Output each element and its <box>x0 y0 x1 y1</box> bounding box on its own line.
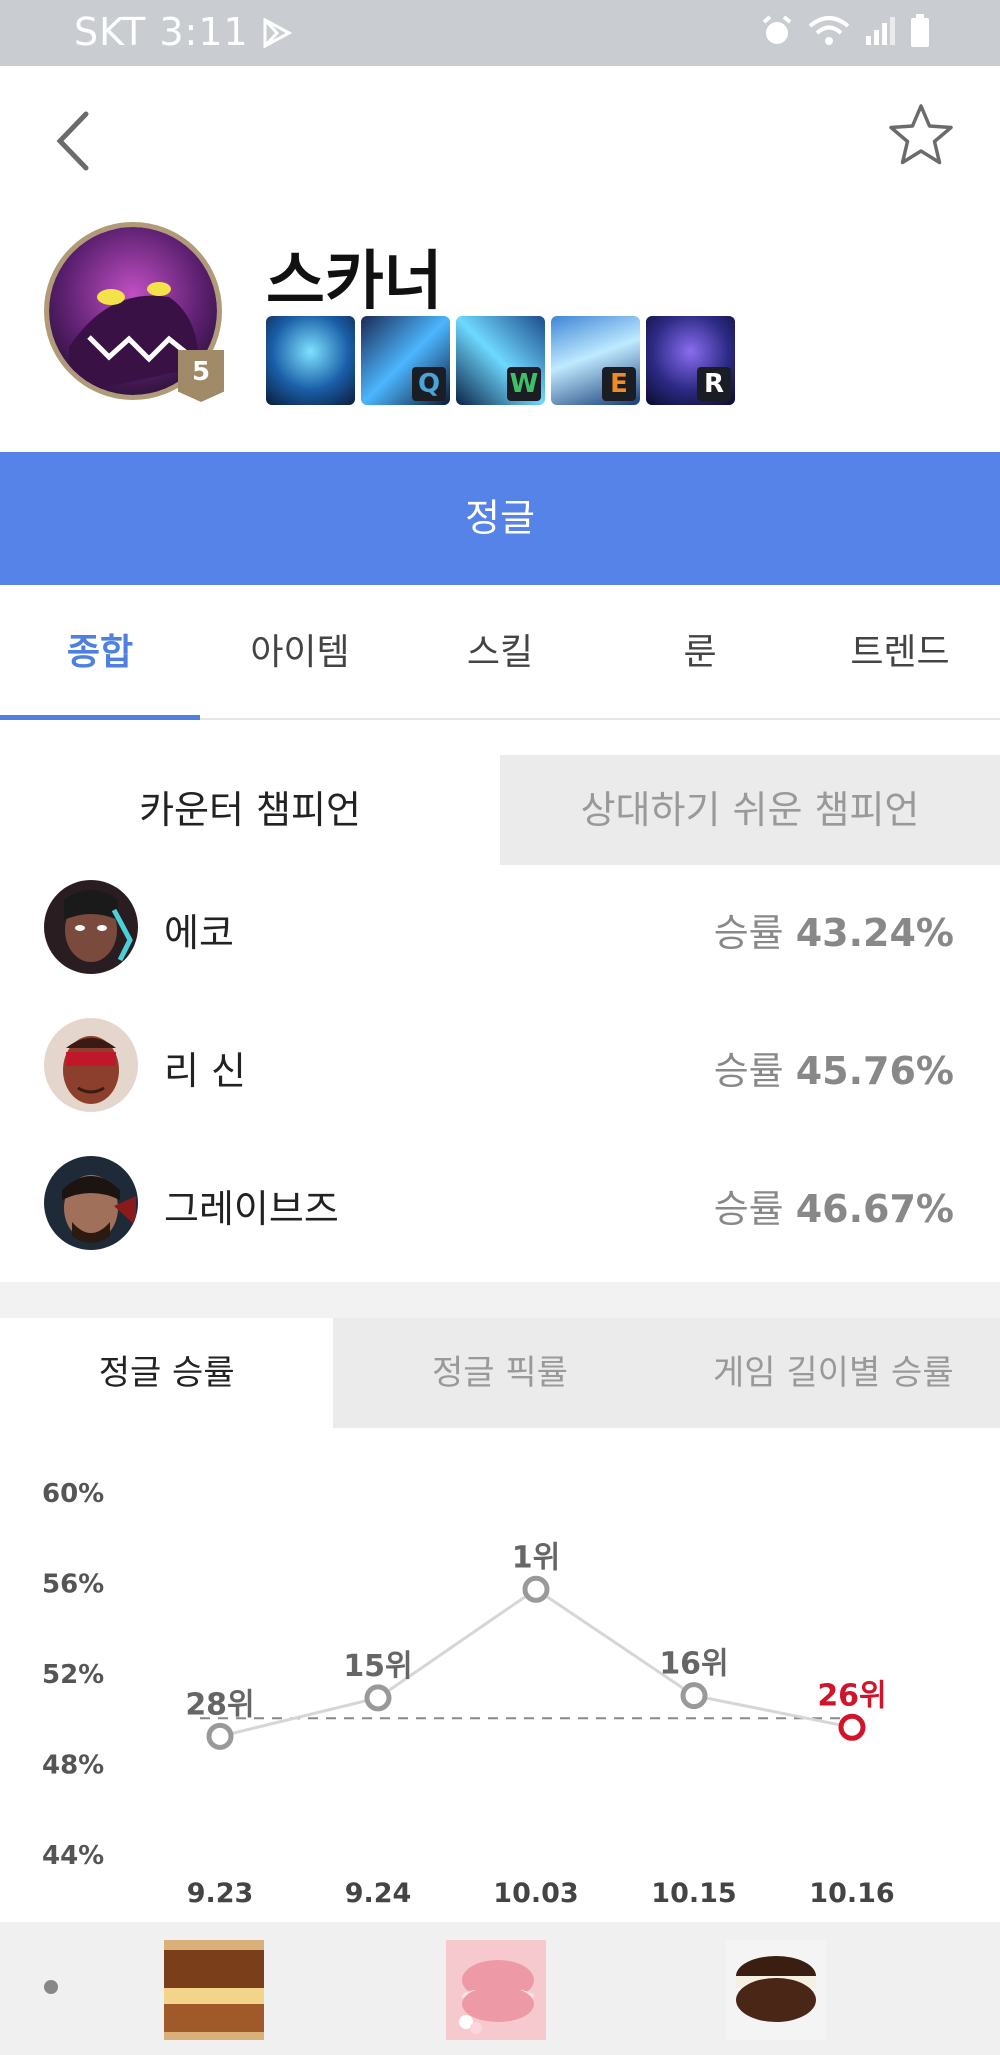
back-icon[interactable] <box>50 106 100 176</box>
skill-q-icon[interactable]: Q <box>361 316 450 405</box>
stat-tabs: 정글 승률 정글 픽률 게임 길이별 승률 <box>0 1318 1000 1428</box>
rank-label: 26위 <box>817 1678 886 1713</box>
section-divider <box>0 1282 1000 1318</box>
status-bar: SKT 3:11 <box>0 0 1000 66</box>
win-rate: 승률 43.24% <box>713 911 954 955</box>
tab-win-rate-by-length[interactable]: 게임 길이별 승률 <box>666 1318 1000 1428</box>
tab-trends[interactable]: 트렌드 <box>800 588 1000 718</box>
y-tick-label: 44% <box>42 1841 104 1871</box>
y-tick-label: 48% <box>42 1751 104 1781</box>
ad-product-image-1[interactable] <box>164 1940 264 2040</box>
counter-tabs: 카운터 챔피언 상대하기 쉬운 챔피언 <box>0 755 1000 865</box>
carrier-time: SKT 3:11 <box>74 10 249 54</box>
champion-name: 리 신 <box>164 1049 246 1093</box>
rank-label: 16위 <box>659 1647 728 1682</box>
play-store-icon <box>263 18 292 48</box>
tab-runes[interactable]: 룬 <box>600 588 800 718</box>
list-item[interactable]: 에코 승률 43.24% <box>0 870 1000 1008</box>
list-item[interactable]: 리 신 승률 45.76% <box>0 1008 1000 1146</box>
rank-label: 15위 <box>343 1649 412 1684</box>
win-rate: 승률 45.76% <box>713 1049 954 1093</box>
mastery-level-badge: 5 <box>178 350 224 402</box>
skill-passive-icon[interactable] <box>266 316 355 405</box>
data-point <box>838 1713 866 1741</box>
tab-items[interactable]: 아이템 <box>200 588 400 718</box>
x-tick-label: 9.23 <box>187 1878 254 1909</box>
wifi-icon <box>808 16 850 45</box>
champion-header: 5 스카너 Q W E R <box>0 200 1000 450</box>
y-tick-label: 52% <box>42 1660 104 1690</box>
champion-avatar-ekko <box>44 880 138 974</box>
skill-key-label: R <box>697 367 731 401</box>
signal-icon <box>866 17 895 45</box>
tab-counter-champions[interactable]: 카운터 챔피언 <box>0 755 500 865</box>
champion-avatar-lee-sin <box>44 1018 138 1112</box>
ad-product-image-3[interactable] <box>726 1940 826 2040</box>
role-button[interactable]: 정글 <box>0 452 1000 585</box>
list-item[interactable]: 그레이브즈 승률 46.67% <box>0 1146 1000 1284</box>
ad-banner[interactable] <box>0 1922 1000 2055</box>
skill-w-icon[interactable]: W <box>456 316 545 405</box>
win-rate-chart: 60% 56% 52% 48% 44% 28위 15위 1위 16위 26위 9.23 9.24 10.… <box>42 1479 895 1909</box>
data-point <box>680 1682 708 1710</box>
data-point <box>522 1575 550 1603</box>
counter-list: 에코 승률 43.24% 리 신 승률 45.76% 그레이브즈 승률 46.6… <box>0 870 1000 1284</box>
series-line <box>219 1587 853 1738</box>
y-tick-label: 60% <box>42 1479 104 1509</box>
champion-name: 에코 <box>164 911 234 955</box>
alarm-icon <box>762 15 792 44</box>
champion-name: 스카너 <box>266 245 443 319</box>
tab-jungle-win-rate[interactable]: 정글 승률 <box>0 1318 334 1428</box>
x-tick-label: 10.15 <box>651 1878 736 1909</box>
tab-easy-champions[interactable]: 상대하기 쉬운 챔피언 <box>500 755 1000 865</box>
skill-key-label: W <box>507 367 541 401</box>
skill-e-icon[interactable]: E <box>551 316 640 405</box>
skill-key-label: Q <box>412 367 446 401</box>
win-rate: 승률 46.67% <box>713 1187 954 1231</box>
skill-key-label: E <box>602 367 636 401</box>
rank-label: 1위 <box>512 1540 560 1575</box>
pager-dot <box>44 1980 58 1994</box>
champion-avatar-graves <box>44 1156 138 1250</box>
data-point <box>364 1684 392 1712</box>
skill-list: Q W E R <box>266 316 735 405</box>
x-tick-label: 9.24 <box>345 1878 412 1909</box>
rank-label: 28위 <box>185 1687 254 1722</box>
battery-icon <box>911 14 929 47</box>
tab-skills[interactable]: 스킬 <box>400 588 600 718</box>
tab-summary[interactable]: 종합 <box>0 588 200 720</box>
y-tick-label: 56% <box>42 1570 104 1600</box>
data-point <box>206 1722 234 1750</box>
x-tick-label: 10.16 <box>809 1878 894 1909</box>
skill-r-icon[interactable]: R <box>646 316 735 405</box>
champion-name: 그레이브즈 <box>164 1187 339 1231</box>
main-tabs: 종합 아이템 스킬 룬 트렌드 <box>0 588 1000 720</box>
tab-jungle-pick-rate[interactable]: 정글 픽률 <box>333 1318 667 1428</box>
ad-product-image-2[interactable] <box>446 1940 546 2040</box>
x-tick-label: 10.03 <box>493 1878 578 1909</box>
top-bar <box>0 66 1000 201</box>
star-icon[interactable] <box>886 100 956 170</box>
